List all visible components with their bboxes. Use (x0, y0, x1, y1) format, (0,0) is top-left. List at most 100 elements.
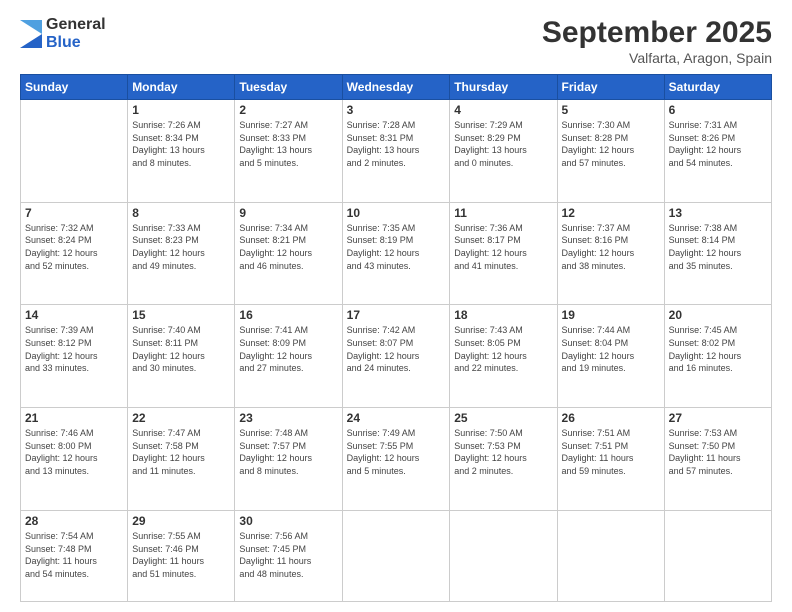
day-number: 7 (25, 206, 123, 220)
day-info: Sunrise: 7:31 AMSunset: 8:26 PMDaylight:… (669, 119, 767, 169)
day-info: Sunrise: 7:37 AMSunset: 8:16 PMDaylight:… (562, 222, 660, 272)
day-number: 11 (454, 206, 552, 220)
day-number: 10 (347, 206, 446, 220)
calendar-cell: 14 Sunrise: 7:39 AMSunset: 8:12 PMDayligh… (21, 305, 128, 408)
day-info: Sunrise: 7:46 AMSunset: 8:00 PMDaylight:… (25, 427, 123, 477)
page: General Blue September 2025 Valfarta, Ar… (0, 0, 792, 612)
day-number: 25 (454, 411, 552, 425)
day-info: Sunrise: 7:44 AMSunset: 8:04 PMDaylight:… (562, 324, 660, 374)
calendar-cell: 18Sunrise: 7:43 AMSunset: 8:05 PMDayligh… (450, 305, 557, 408)
day-number: 13 (669, 206, 767, 220)
day-number: 4 (454, 103, 552, 117)
location: Valfarta, Aragon, Spain (542, 50, 772, 66)
calendar-cell: 28 Sunrise: 7:54 AMSunset: 7:48 PMDayligh… (21, 510, 128, 601)
day-info: Sunrise: 7:56 AMSunset: 7:45 PMDaylight:… (239, 530, 337, 580)
day-info: Sunrise: 7:40 AMSunset: 8:11 PMDaylight:… (132, 324, 230, 374)
day-info: Sunrise: 7:53 AMSunset: 7:50 PMDaylight:… (669, 427, 767, 477)
calendar-cell (664, 510, 771, 601)
day-info: Sunrise: 7:42 AMSunset: 8:07 PMDaylight:… (347, 324, 446, 374)
calendar-cell: 22Sunrise: 7:47 AMSunset: 7:58 PMDayligh… (128, 408, 235, 511)
day-number: 21 (25, 411, 123, 425)
calendar-week-row: 14 Sunrise: 7:39 AMSunset: 8:12 PMDayligh… (21, 305, 772, 408)
calendar-cell: 1 Sunrise: 7:26 AMSunset: 8:34 PMDaylight… (128, 100, 235, 203)
day-number: 12 (562, 206, 660, 220)
calendar-cell (450, 510, 557, 601)
day-info: Sunrise: 7:47 AMSunset: 7:58 PMDaylight:… (132, 427, 230, 477)
day-info: Sunrise: 7:54 AMSunset: 7:48 PMDaylight:… (25, 530, 123, 580)
day-number: 5 (562, 103, 660, 117)
calendar-cell: 21 Sunrise: 7:46 AMSunset: 8:00 PMDayligh… (21, 408, 128, 511)
day-number: 1 (132, 103, 230, 117)
day-info: Sunrise: 7:29 AMSunset: 8:29 PMDaylight:… (454, 119, 552, 169)
calendar-day-header: Saturday (664, 75, 771, 100)
day-number: 17 (347, 308, 446, 322)
calendar-cell (342, 510, 450, 601)
calendar-cell: 15Sunrise: 7:40 AMSunset: 8:11 PMDayligh… (128, 305, 235, 408)
calendar-cell: 20Sunrise: 7:45 AMSunset: 8:02 PMDayligh… (664, 305, 771, 408)
calendar-cell (557, 510, 664, 601)
day-info: Sunrise: 7:28 AMSunset: 8:31 PMDaylight:… (347, 119, 446, 169)
calendar-week-row: 28 Sunrise: 7:54 AMSunset: 7:48 PMDayligh… (21, 510, 772, 601)
day-info: Sunrise: 7:33 AMSunset: 8:23 PMDaylight:… (132, 222, 230, 272)
calendar-cell: 3 Sunrise: 7:28 AMSunset: 8:31 PMDaylight… (342, 100, 450, 203)
calendar-cell: 27 Sunrise: 7:53 AMSunset: 7:50 PMDayligh… (664, 408, 771, 511)
calendar-day-header: Tuesday (235, 75, 342, 100)
calendar-cell: 12 Sunrise: 7:37 AMSunset: 8:16 PMDayligh… (557, 202, 664, 305)
day-number: 6 (669, 103, 767, 117)
calendar-cell: 23 Sunrise: 7:48 AMSunset: 7:57 PMDayligh… (235, 408, 342, 511)
day-info: Sunrise: 7:36 AMSunset: 8:17 PMDaylight:… (454, 222, 552, 272)
day-info: Sunrise: 7:55 AMSunset: 7:46 PMDaylight:… (132, 530, 230, 580)
day-number: 23 (239, 411, 337, 425)
logo-icon (20, 20, 42, 48)
day-number: 2 (239, 103, 337, 117)
day-info: Sunrise: 7:35 AMSunset: 8:19 PMDaylight:… (347, 222, 446, 272)
day-info: Sunrise: 7:39 AMSunset: 8:12 PMDaylight:… (25, 324, 123, 374)
calendar-cell: 25Sunrise: 7:50 AMSunset: 7:53 PMDayligh… (450, 408, 557, 511)
day-info: Sunrise: 7:27 AMSunset: 8:33 PMDaylight:… (239, 119, 337, 169)
calendar-table: SundayMondayTuesdayWednesdayThursdayFrid… (20, 74, 772, 602)
calendar-cell: 9Sunrise: 7:34 AMSunset: 8:21 PMDaylight… (235, 202, 342, 305)
day-info: Sunrise: 7:26 AMSunset: 8:34 PMDaylight:… (132, 119, 230, 169)
day-info: Sunrise: 7:49 AMSunset: 7:55 PMDaylight:… (347, 427, 446, 477)
day-number: 27 (669, 411, 767, 425)
day-number: 26 (562, 411, 660, 425)
calendar-cell: 24 Sunrise: 7:49 AMSunset: 7:55 PMDayligh… (342, 408, 450, 511)
calendar-day-header: Monday (128, 75, 235, 100)
day-info: Sunrise: 7:32 AMSunset: 8:24 PMDaylight:… (25, 222, 123, 272)
calendar-cell: 2 Sunrise: 7:27 AMSunset: 8:33 PMDaylight… (235, 100, 342, 203)
calendar-header-row: SundayMondayTuesdayWednesdayThursdayFrid… (21, 75, 772, 100)
day-number: 3 (347, 103, 446, 117)
calendar-cell: 10 Sunrise: 7:35 AMSunset: 8:19 PMDayligh… (342, 202, 450, 305)
calendar-cell: 13Sunrise: 7:38 AMSunset: 8:14 PMDayligh… (664, 202, 771, 305)
calendar-day-header: Friday (557, 75, 664, 100)
day-number: 19 (562, 308, 660, 322)
day-number: 28 (25, 514, 123, 528)
day-number: 24 (347, 411, 446, 425)
day-number: 30 (239, 514, 337, 528)
day-info: Sunrise: 7:30 AMSunset: 8:28 PMDaylight:… (562, 119, 660, 169)
month-title: September 2025 (542, 16, 772, 50)
day-info: Sunrise: 7:43 AMSunset: 8:05 PMDaylight:… (454, 324, 552, 374)
logo-blue: Blue (46, 34, 81, 51)
day-number: 29 (132, 514, 230, 528)
calendar-day-header: Thursday (450, 75, 557, 100)
logo-text: General Blue (46, 16, 106, 53)
calendar-week-row: 7 Sunrise: 7:32 AMSunset: 8:24 PMDaylight… (21, 202, 772, 305)
logo: General Blue (20, 16, 106, 53)
day-number: 16 (239, 308, 337, 322)
logo-general: General (46, 16, 106, 33)
day-number: 14 (25, 308, 123, 322)
calendar-day-header: Sunday (21, 75, 128, 100)
calendar-cell: 29 Sunrise: 7:55 AMSunset: 7:46 PMDayligh… (128, 510, 235, 601)
title-block: September 2025 Valfarta, Aragon, Spain (542, 16, 772, 66)
calendar-cell: 5 Sunrise: 7:30 AMSunset: 8:28 PMDaylight… (557, 100, 664, 203)
calendar-cell: 11 Sunrise: 7:36 AMSunset: 8:17 PMDayligh… (450, 202, 557, 305)
day-info: Sunrise: 7:48 AMSunset: 7:57 PMDaylight:… (239, 427, 337, 477)
calendar-week-row: 21 Sunrise: 7:46 AMSunset: 8:00 PMDayligh… (21, 408, 772, 511)
day-info: Sunrise: 7:45 AMSunset: 8:02 PMDaylight:… (669, 324, 767, 374)
calendar-cell: 30 Sunrise: 7:56 AMSunset: 7:45 PMDayligh… (235, 510, 342, 601)
calendar-cell: 16Sunrise: 7:41 AMSunset: 8:09 PMDayligh… (235, 305, 342, 408)
calendar-cell: 8Sunrise: 7:33 AMSunset: 8:23 PMDaylight… (128, 202, 235, 305)
day-info: Sunrise: 7:34 AMSunset: 8:21 PMDaylight:… (239, 222, 337, 272)
day-info: Sunrise: 7:51 AMSunset: 7:51 PMDaylight:… (562, 427, 660, 477)
